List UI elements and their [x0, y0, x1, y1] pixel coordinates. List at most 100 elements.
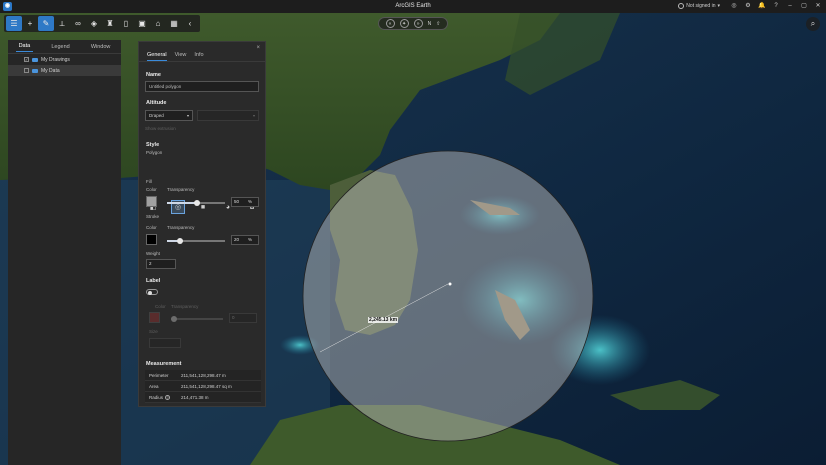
fill-transparency-slider[interactable] [167, 200, 225, 206]
measurement-row-area: Area 211,541,128,298.47 sq m [145, 381, 261, 392]
layer-checkbox[interactable]: ✓ [24, 57, 29, 62]
tab-window[interactable]: Window [88, 42, 114, 52]
layer-label: My Data [41, 67, 60, 74]
link-button[interactable]: ∞ [70, 16, 86, 31]
shape-drop-icon: ◕ [225, 203, 231, 211]
chevron-down-icon: ▾ [717, 3, 720, 9]
cube-icon: ◈ [90, 19, 98, 28]
label-transparency-value: 0 [232, 315, 235, 320]
tilt-icon[interactable]: ⇧ [436, 21, 440, 27]
minimize-icon[interactable]: – [786, 2, 794, 10]
bell-icon[interactable]: 🔔 [758, 2, 766, 10]
signin-menu[interactable]: Not signed in ▾ [678, 3, 720, 9]
stroke-color-label: Color [146, 225, 157, 230]
arrow-right-icon: » [416, 20, 420, 27]
signin-label: Not signed in [686, 3, 716, 9]
maximize-icon[interactable]: ▢ [800, 2, 808, 10]
close-icon[interactable]: × [256, 45, 260, 51]
help-icon[interactable]: ? [772, 2, 780, 10]
weight-value: 2 [149, 261, 152, 266]
contents-tabs: Data Legend Window [8, 40, 121, 54]
measurement-value: 214,471.38 m [181, 395, 209, 400]
ruler-icon: ⟂ [59, 18, 65, 28]
fill-color-swatch[interactable] [146, 196, 157, 207]
collapse-toolbar-button[interactable]: ‹ [182, 16, 198, 31]
name-section-label: Name [146, 72, 161, 78]
pen-icon: ✎ [42, 19, 50, 28]
rotate-right-button[interactable]: » [413, 19, 423, 28]
label-transparency-label: Transparency [171, 304, 199, 309]
altitude-select[interactable]: Draped ▾ [145, 110, 193, 121]
grid-icon: ▦ [170, 19, 178, 28]
label-section-label: Label [146, 278, 161, 284]
weight-input[interactable]: 2 [146, 259, 176, 269]
analysis-button[interactable]: ♜ [102, 16, 118, 31]
tab-info[interactable]: Info [194, 52, 203, 61]
measurement-key: Perimeter [149, 373, 169, 378]
add-data-button[interactable]: + [22, 16, 38, 31]
rotate-left-button[interactable]: « [385, 19, 395, 28]
stroke-transparency-value: 20 [234, 237, 240, 242]
measurement-value: 211,541,128,298.47 sq m [181, 384, 232, 389]
draw-button[interactable]: ✎ [38, 16, 54, 31]
altitude-value: Draped [149, 113, 164, 118]
globe-icon[interactable]: ◎ [730, 2, 738, 10]
label-color-swatch[interactable] [149, 312, 160, 323]
search-icon: ⌕ [810, 19, 816, 28]
folder-icon [32, 57, 38, 62]
polygon-properties-panel: × General View Info Name Untitled polygo… [138, 41, 266, 407]
hamburger-icon: ☰ [10, 19, 18, 28]
tab-data[interactable]: Data [15, 41, 34, 52]
label-transparency-input[interactable]: 0 [229, 313, 257, 323]
stroke-color-swatch[interactable] [146, 234, 157, 245]
measurement-map-label: 2,245.13 km [368, 317, 399, 323]
style-section-label: Style [146, 142, 160, 148]
tab-view[interactable]: View [175, 52, 187, 61]
picture-icon: ▣ [138, 19, 146, 28]
altitude-offset-select[interactable]: ▾ [197, 110, 259, 121]
close-icon[interactable]: ✕ [814, 2, 822, 10]
layer-item-my-data[interactable]: My Data [8, 65, 121, 76]
name-input[interactable]: Untitled polygon [145, 81, 259, 92]
label-size-input[interactable] [149, 338, 181, 348]
chevron-down-icon: ▾ [252, 113, 255, 118]
extrusion-checkbox[interactable]: Show extrusion [145, 126, 176, 131]
bookmark-button[interactable]: ⌂ [150, 16, 166, 31]
measure-button[interactable]: ⟂ [54, 16, 70, 31]
menu-button[interactable]: ☰ [6, 16, 22, 31]
gear-icon[interactable]: ⚙ [744, 2, 752, 10]
fill-transparency-input[interactable]: 50 % [231, 197, 259, 207]
image-button[interactable]: ▣ [134, 16, 150, 31]
chevron-down-icon: ▾ [186, 113, 189, 118]
label-color-label: Color [155, 304, 166, 309]
tab-general[interactable]: General [147, 52, 167, 61]
measurement-key: Area [149, 384, 159, 389]
layer-checkbox[interactable] [24, 68, 29, 73]
label-size-label: Size [149, 329, 158, 334]
fill-transparency-label: Transparency [167, 187, 195, 192]
help-icon[interactable]: ? [165, 395, 171, 400]
navigation-control: « ✦ » N ⇧ [378, 17, 448, 30]
grid-button[interactable]: ▦ [166, 16, 182, 31]
stroke-transparency-input[interactable]: 20 % [231, 235, 259, 245]
measurement-row-perimeter: Perimeter 211,541,128,298.47 m [145, 370, 261, 381]
globe-map-view[interactable] [0, 0, 826, 465]
device-button[interactable]: ▯ [118, 16, 134, 31]
properties-tabs: General View Info [139, 42, 265, 62]
title-bar-actions: Not signed in ▾ ◎ ⚙ 🔔 ? – ▢ ✕ [678, 2, 822, 10]
polygon-style-label: Polygon [146, 150, 163, 155]
stroke-transparency-slider[interactable] [167, 238, 225, 244]
measurement-value: 211,541,128,298.47 m [181, 373, 226, 378]
label-toggle[interactable] [146, 289, 158, 295]
fill-color-label: Color [146, 187, 157, 192]
tab-legend[interactable]: Legend [48, 42, 72, 52]
label-transparency-slider[interactable] [171, 316, 223, 322]
measurement-row-radius: Radius? 214,471.38 m [145, 392, 261, 403]
link-icon: ∞ [75, 19, 81, 28]
arrow-left-icon: « [388, 20, 392, 27]
compass-button[interactable]: ✦ [399, 19, 409, 28]
3d-model-button[interactable]: ◈ [86, 16, 102, 31]
search-button[interactable]: ⌕ [806, 17, 820, 31]
fill-transparency-value: 50 [234, 199, 240, 204]
layer-item-my-drawings[interactable]: ✓ My Drawings [8, 54, 121, 65]
